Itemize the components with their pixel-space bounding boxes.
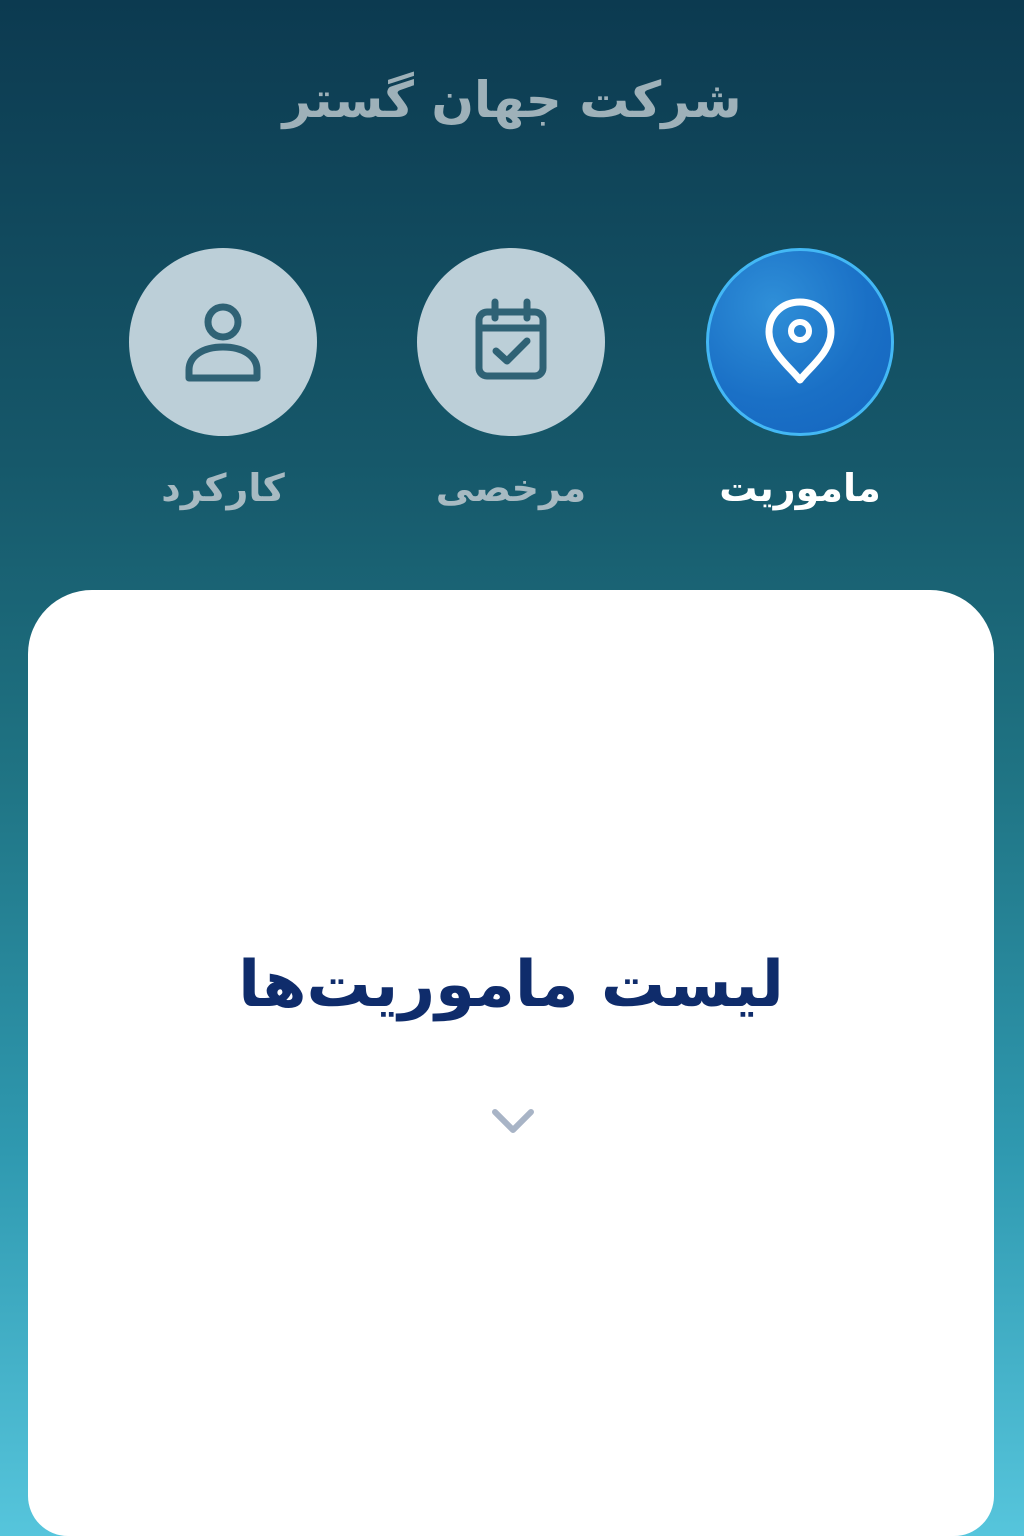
company-title: شرکت جهان گستر [282,71,742,129]
nav-item-mission[interactable]: ماموریت [706,248,896,528]
nav-label-leave: مرخصی [435,466,587,510]
location-pin-icon [765,298,835,384]
nav-label-mission: ماموریت [719,466,881,510]
nav-item-work-record[interactable]: کارکرد [129,248,319,528]
chevron-down-icon[interactable] [491,1106,535,1136]
calendar-check-icon [475,298,547,380]
nav-item-leave[interactable]: مرخصی [417,248,607,528]
missions-card: لیست ماموریت‌ها [28,590,994,1536]
nav-circle-mission [706,248,894,436]
user-icon [185,303,261,382]
nav-circle-work-record [129,248,317,436]
nav-label-work-record: کارکرد [161,466,285,510]
missions-list-title: لیست ماموریت‌ها [238,948,784,1022]
nav-circle-leave [417,248,605,436]
